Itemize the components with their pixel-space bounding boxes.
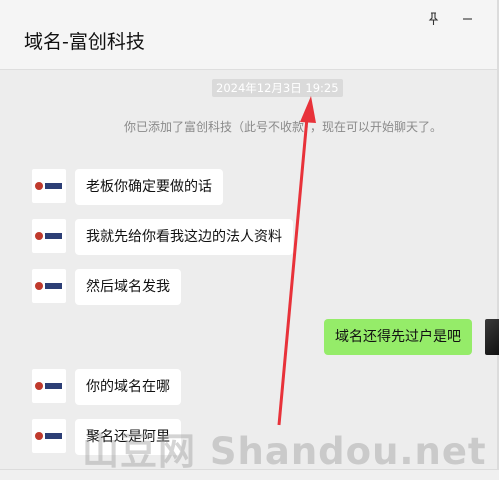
message-timestamp: 2024年12月3日 19:25	[212, 79, 343, 97]
watermark: 山豆网 Shandou.net	[82, 430, 487, 473]
message-row: 然后域名发我	[0, 269, 499, 305]
message-row: 老板你确定要做的话	[0, 169, 499, 205]
contact-avatar[interactable]	[32, 419, 66, 453]
message-bubble[interactable]: 然后域名发我	[75, 269, 181, 305]
minimize-icon[interactable]	[462, 12, 473, 29]
message-bubble[interactable]: 你的域名在哪	[75, 369, 181, 405]
company-logo-icon	[35, 382, 62, 390]
message-row: 域名还得先过户是吧	[0, 319, 499, 355]
system-message: 你已添加了富创科技（此号不收款），现在可以开始聊天了。	[124, 120, 443, 134]
contact-avatar[interactable]	[32, 169, 66, 203]
pin-icon[interactable]	[428, 12, 439, 29]
company-logo-icon	[35, 432, 62, 440]
company-logo-icon	[35, 282, 62, 290]
my-avatar[interactable]	[485, 319, 499, 355]
company-logo-icon	[35, 232, 62, 240]
message-row: 我就先给你看我这边的法人资料	[0, 219, 499, 255]
company-logo-icon	[35, 182, 62, 190]
chat-header: 域名-富创科技	[0, 0, 499, 70]
contact-avatar[interactable]	[32, 219, 66, 253]
contact-avatar[interactable]	[32, 269, 66, 303]
message-bubble[interactable]: 老板你确定要做的话	[75, 169, 223, 205]
message-row: 你的域名在哪	[0, 369, 499, 405]
my-message-bubble[interactable]: 域名还得先过户是吧	[324, 319, 472, 355]
message-bubble[interactable]: 我就先给你看我这边的法人资料	[75, 219, 293, 255]
chat-title: 域名-富创科技	[24, 31, 145, 53]
contact-avatar[interactable]	[32, 369, 66, 403]
